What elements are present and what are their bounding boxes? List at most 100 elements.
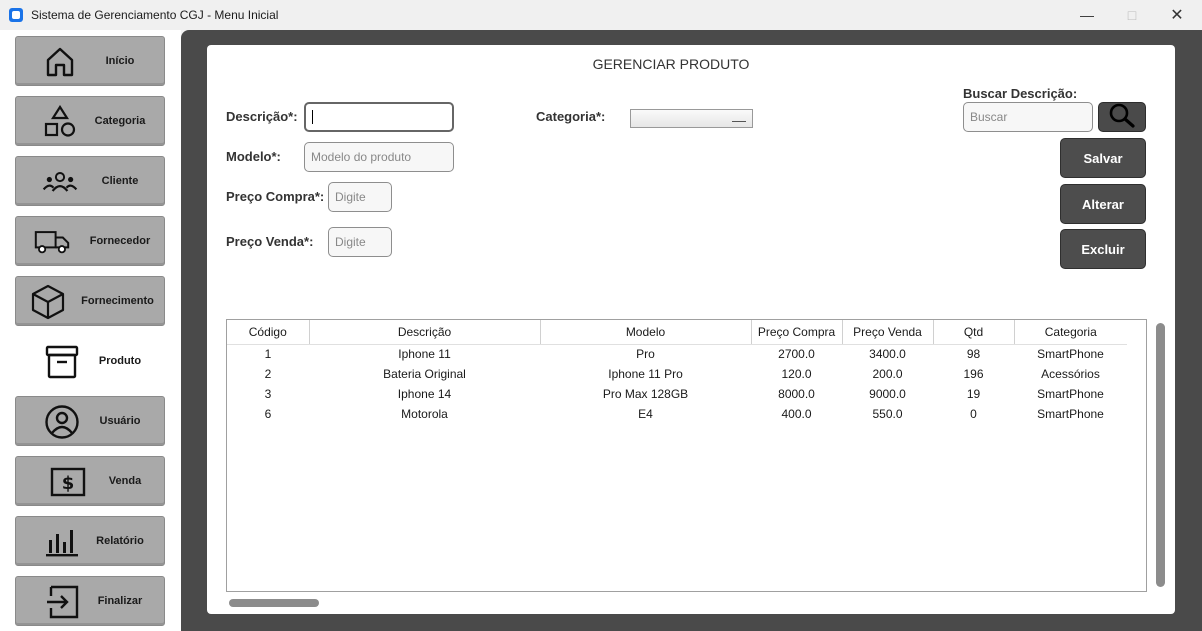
table-row[interactable]: 6 Motorola E4 400.0 550.0 0 SmartPhone [227,404,1127,424]
modelo-label: Modelo*: [226,149,281,164]
table-cell: SmartPhone [1037,347,1104,362]
column-header-codigo[interactable]: Código [227,320,310,345]
table-cell: 8000.0 [778,387,815,401]
search-input[interactable]: Buscar [963,102,1093,132]
buscar-label: Buscar Descrição: [963,86,1078,101]
column-header-descricao[interactable]: Descrição [309,320,541,345]
table-cell: 3400.0 [869,347,906,362]
table-cell: 98 [966,347,981,362]
table-cell: 120.0 [781,367,812,381]
horizontal-scrollbar[interactable] [229,599,319,607]
dollar-icon: $ [50,464,86,500]
sidebar-item-label: Produto [98,355,142,367]
table-row[interactable]: 1 Iphone 11 Pro 2700.0 3400.0 98 SmartPh… [227,344,1127,364]
sidebar-item-cliente[interactable]: Cliente [15,156,165,206]
preco-venda-label: Preço Venda*: [226,234,314,249]
title-bar: Sistema de Gerenciamento CGJ - Menu Inic… [0,0,1202,30]
table-cell: 400.0 [781,407,812,421]
bar-chart-icon [44,524,80,560]
table-cell: SmartPhone [1037,407,1104,421]
preco-venda-input[interactable]: Digite [328,227,392,257]
table-cell: 2700.0 [778,347,815,362]
table-cell: 0 [970,407,977,421]
shapes-icon [42,104,78,140]
sidebar-item-inicio[interactable]: Início [15,36,165,86]
dropdown-icon [732,121,746,122]
search-button[interactable] [1098,102,1146,132]
column-header-qtd[interactable]: Qtd [933,320,1015,345]
categoria-label: Categoria*: [536,109,606,124]
sidebar-item-label: Fornecimento [81,295,154,307]
excluir-button[interactable]: Excluir [1060,229,1146,269]
sidebar-item-label: Finalizar [97,595,143,607]
table-cell: Iphone 11 Pro [608,367,683,381]
table-cell: 6 [264,407,272,421]
sidebar-item-label: Início [105,55,135,67]
truck-icon [34,224,70,260]
table-cell: 3 [264,387,272,401]
descricao-input[interactable] [304,102,454,132]
sidebar-item-usuario[interactable]: Usuário [15,396,165,446]
table-row[interactable]: 2 Bateria Original Iphone 11 Pro 120.0 2… [227,364,1127,384]
home-icon [42,44,78,80]
people-icon [42,164,78,200]
table-cell: 200.0 [872,367,903,381]
alterar-button[interactable]: Alterar [1060,184,1146,224]
column-header-categoria[interactable]: Categoria [1014,320,1127,345]
sidebar-item-categoria[interactable]: Categoria [15,96,165,146]
table-header-row: Código Descrição Modelo Preço Compra Pre… [227,320,1127,345]
table-cell: SmartPhone [1037,387,1104,401]
table-cell: Iphone 14 [397,387,452,401]
table-cell: Motorola [401,407,448,421]
modelo-input[interactable]: Modelo do produto [304,142,454,172]
sidebar-item-label: Relatório [96,535,144,547]
app-icon [9,8,23,22]
table-cell: 1 [264,347,272,362]
descricao-label: Descrição*: [226,109,298,124]
table-row[interactable]: 3 Iphone 14 Pro Max 128GB 8000.0 9000.0 … [227,384,1127,404]
window-title: Sistema de Gerenciamento CGJ - Menu Inic… [31,8,279,22]
preco-compra-label: Preço Compra*: [226,189,325,204]
products-table[interactable]: Código Descrição Modelo Preço Compra Pre… [226,319,1147,592]
sidebar-item-finalizar[interactable]: Finalizar [15,576,165,626]
sidebar-item-label: Fornecedor [89,235,151,247]
column-header-preco-venda[interactable]: Preço Venda [842,320,934,345]
search-placeholder: Buscar [970,110,1008,124]
preco-compra-placeholder: Digite [335,190,366,204]
archive-icon [44,344,80,380]
sidebar-item-venda[interactable]: $ Venda [15,456,165,506]
sidebar: Início Categoria Cliente Fornecedor Forn… [0,30,181,631]
sidebar-item-label: Categoria [94,115,146,127]
table-cell: Acessórios [1041,367,1100,381]
close-button[interactable]: ✕ [1154,0,1200,30]
salvar-button[interactable]: Salvar [1060,138,1146,178]
table-cell: E4 [638,407,653,421]
page-title: GERENCIAR PRODUTO [592,56,750,72]
table-cell: Bateria Original [383,367,466,381]
minimize-button[interactable]: — [1064,0,1110,30]
sidebar-item-label: Cliente [101,175,139,187]
table-cell: 2 [264,367,272,381]
sidebar-item-label: Usuário [99,415,141,427]
search-icon [1107,102,1137,133]
table-cell: 196 [963,367,984,381]
table-cell: Iphone 11 [398,347,451,362]
sidebar-item-fornecedor[interactable]: Fornecedor [15,216,165,266]
sidebar-item-fornecimento[interactable]: Fornecimento [15,276,165,326]
box-icon [30,284,66,320]
table-cell: Pro Max 128GB [602,387,689,401]
column-header-modelo[interactable]: Modelo [540,320,752,345]
vertical-scrollbar[interactable] [1156,323,1165,587]
table-cell: 550.0 [872,407,903,421]
text-caret [312,110,313,124]
categoria-select[interactable] [630,109,753,128]
column-header-preco-compra[interactable]: Preço Compra [751,320,843,345]
sidebar-item-label: Venda [108,475,142,487]
sidebar-item-produto[interactable]: Produto [15,336,165,386]
user-icon [44,404,80,440]
preco-venda-placeholder: Digite [335,235,366,249]
maximize-button[interactable]: □ [1109,0,1155,30]
svg-text:$: $ [62,473,75,494]
sidebar-item-relatorio[interactable]: Relatório [15,516,165,566]
preco-compra-input[interactable]: Digite [328,182,392,212]
